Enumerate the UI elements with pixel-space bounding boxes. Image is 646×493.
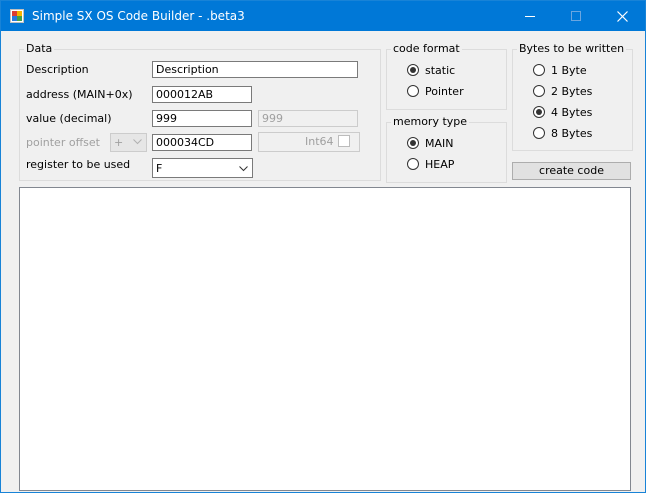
value-secondary-input: 999 [258, 110, 358, 127]
bytes-4-label: 4 Bytes [551, 105, 593, 119]
radio-unchecked-icon [533, 85, 545, 97]
int64-checkbox[interactable] [338, 135, 350, 147]
register-value: F [156, 162, 163, 175]
bytes-8-radio[interactable]: 8 Bytes [533, 126, 592, 140]
minimize-icon [525, 16, 535, 17]
pointer-sign-select: + [110, 133, 147, 152]
main-window: Simple SX OS Code Builder - .beta3 Data … [0, 0, 646, 493]
chevron-down-icon [239, 166, 248, 172]
maximize-button[interactable] [553, 1, 599, 31]
radio-unchecked-icon [533, 64, 545, 76]
window-title: Simple SX OS Code Builder - .beta3 [32, 9, 245, 23]
pointer-offset-label: pointer offset [26, 136, 100, 149]
description-input[interactable]: Description [152, 61, 358, 78]
radio-unchecked-icon [407, 85, 419, 97]
app-icon [10, 9, 24, 23]
memory-type-main-label: MAIN [425, 136, 454, 150]
create-code-button[interactable]: create code [512, 162, 631, 180]
code-format-title: code format [391, 42, 462, 55]
bytes-8-label: 8 Bytes [551, 126, 593, 140]
title-bar[interactable]: Simple SX OS Code Builder - .beta3 [1, 1, 645, 31]
register-label: register to be used [26, 158, 131, 171]
close-icon [616, 10, 628, 22]
memory-type-heap-radio[interactable]: HEAP [407, 157, 454, 171]
minimize-button[interactable] [507, 1, 553, 31]
value-input[interactable]: 999 [152, 110, 252, 127]
description-label: Description [26, 63, 89, 76]
memory-type-main-radio[interactable]: MAIN [407, 136, 454, 150]
memory-type-heap-label: HEAP [425, 157, 455, 171]
bytes-1-radio[interactable]: 1 Byte [533, 63, 587, 77]
register-select[interactable]: F [152, 158, 253, 178]
maximize-icon [571, 11, 581, 21]
data-group-title: Data [24, 42, 55, 55]
radio-checked-icon [407, 137, 419, 149]
radio-unchecked-icon [407, 158, 419, 170]
address-label: address (MAIN+0x) [26, 88, 133, 101]
memory-type-title: memory type [391, 115, 470, 128]
code-format-static-radio[interactable]: static [407, 63, 455, 77]
bytes-1-label: 1 Byte [551, 63, 587, 77]
code-format-pointer-label: Pointer [425, 84, 464, 98]
int64-label: Int64 [305, 135, 334, 148]
bytes-2-radio[interactable]: 2 Bytes [533, 84, 592, 98]
code-format-pointer-radio[interactable]: Pointer [407, 84, 464, 98]
close-button[interactable] [599, 1, 645, 31]
code-format-static-label: static [425, 63, 456, 77]
radio-unchecked-icon [533, 127, 545, 139]
code-format-group [386, 49, 507, 110]
pointer-offset-input[interactable]: 000034CD [152, 134, 252, 151]
output-textarea[interactable] [19, 187, 631, 491]
bytes-2-label: 2 Bytes [551, 84, 593, 98]
chevron-down-icon [133, 139, 142, 145]
radio-checked-icon [407, 64, 419, 76]
memory-type-group [386, 122, 507, 183]
address-input[interactable]: 000012AB [152, 86, 252, 103]
bytes-group-title: Bytes to be written [517, 42, 627, 55]
bytes-4-radio[interactable]: 4 Bytes [533, 105, 592, 119]
radio-checked-icon [533, 106, 545, 118]
pointer-sign-value: + [114, 136, 124, 149]
value-label: value (decimal) [26, 112, 112, 125]
